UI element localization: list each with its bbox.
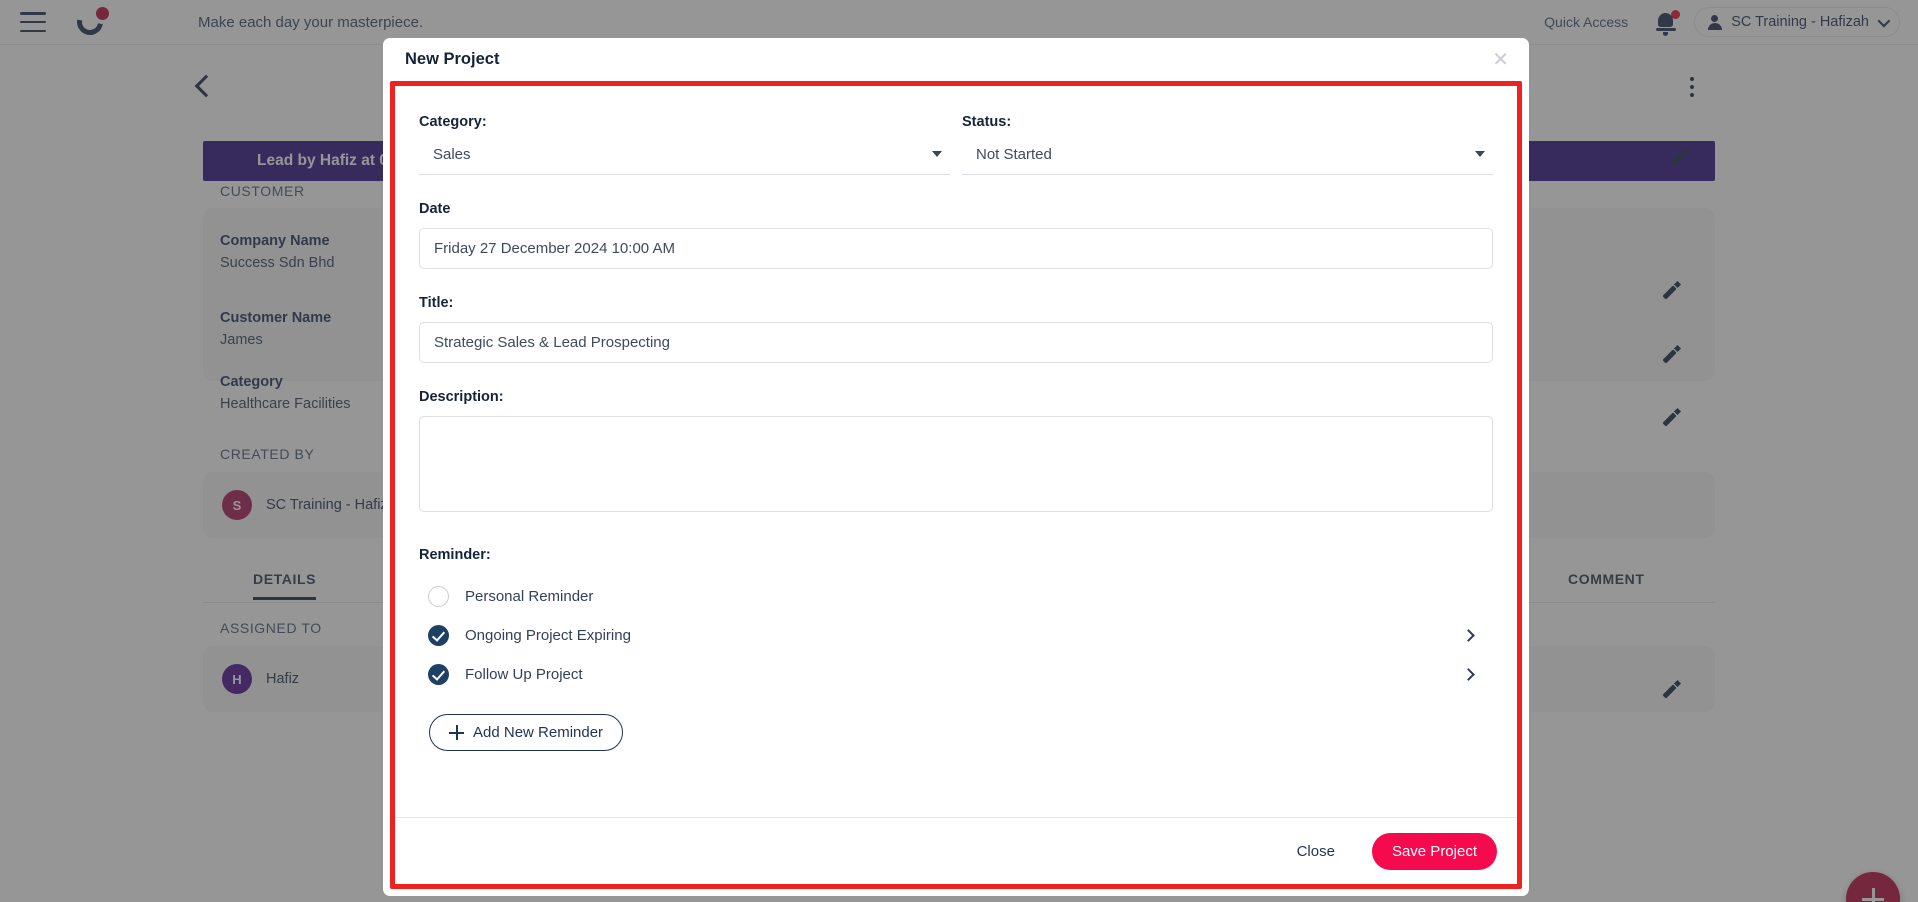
caret-down-icon <box>932 151 942 157</box>
reminder-item-label: Personal Reminder <box>465 588 594 605</box>
reminder-section: Reminder: Personal Reminder Ongoing Proj… <box>419 547 1493 751</box>
date-input[interactable] <box>419 228 1493 269</box>
dialog-header: New Project ✕ <box>383 38 1529 81</box>
title-field-group: Title: <box>419 295 1493 363</box>
caret-down-icon <box>1475 151 1485 157</box>
chevron-right-icon[interactable] <box>1462 629 1475 642</box>
title-label: Title: <box>419 295 454 311</box>
description-textarea[interactable] <box>419 416 1493 512</box>
chevron-right-icon[interactable] <box>1462 668 1475 681</box>
dialog-footer: Close Save Project <box>395 817 1517 884</box>
plus-icon <box>449 725 464 740</box>
page-title: New Project <box>405 50 500 68</box>
add-new-reminder-button[interactable]: Add New Reminder <box>429 714 624 751</box>
save-project-button[interactable]: Save Project <box>1371 832 1497 870</box>
reminder-item-label: Ongoing Project Expiring <box>465 627 631 644</box>
dialog-highlight-frame: Category: Sales Status: Not Started Date… <box>390 81 1522 889</box>
close-icon[interactable]: ✕ <box>1492 50 1509 70</box>
date-label: Date <box>419 201 451 217</box>
dialog-body: Category: Sales Status: Not Started Date… <box>395 86 1517 817</box>
status-selected-value: Not Started <box>976 146 1052 163</box>
close-button[interactable]: Close <box>1273 831 1358 871</box>
title-input[interactable] <box>419 322 1493 363</box>
reminder-item-label: Follow Up Project <box>465 666 583 683</box>
description-label: Description: <box>419 389 504 405</box>
page-root: Make each day your masterpiece. Quick Ac… <box>0 0 1918 902</box>
checkbox-personal-reminder[interactable] <box>428 586 449 607</box>
list-item[interactable]: Follow Up Project <box>419 655 1493 694</box>
category-status-row: Category: Sales Status: Not Started <box>419 114 1493 175</box>
category-field-group: Category: Sales <box>419 114 950 175</box>
list-item[interactable]: Ongoing Project Expiring <box>419 616 1493 655</box>
new-project-dialog: New Project ✕ Category: Sales Status: No… <box>383 38 1529 896</box>
reminder-label: Reminder: <box>419 547 491 563</box>
date-field-group: Date <box>419 201 1493 269</box>
add-new-reminder-label: Add New Reminder <box>473 724 604 741</box>
status-select[interactable]: Not Started <box>962 142 1493 175</box>
list-item[interactable]: Personal Reminder <box>419 577 1493 616</box>
category-selected-value: Sales <box>433 146 471 163</box>
reminder-list: Personal Reminder Ongoing Project Expiri… <box>419 577 1493 694</box>
status-label: Status: <box>962 114 1012 130</box>
category-label: Category: <box>419 114 487 130</box>
category-select[interactable]: Sales <box>419 142 950 175</box>
status-field-group: Status: Not Started <box>962 114 1493 175</box>
description-field-group: Description: <box>419 389 1493 517</box>
checkbox-follow-up-project[interactable] <box>428 664 449 685</box>
checkbox-ongoing-project-expiring[interactable] <box>428 625 449 646</box>
